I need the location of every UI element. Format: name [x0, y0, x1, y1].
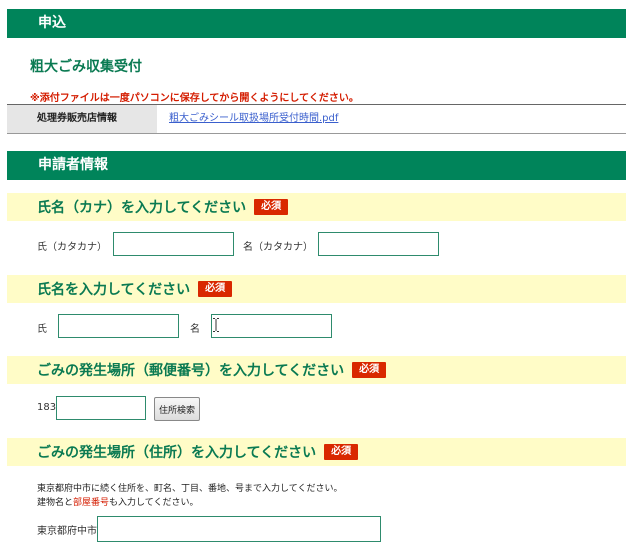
zip-prefix-label: 183 — [37, 402, 57, 413]
question-title: ごみの発生場所（郵便番号）を入力してください — [37, 363, 345, 379]
attachment-warning: ※添付ファイルは一度パソコンに保存してから開くようにしてください。 — [30, 93, 359, 104]
question-name-kana: 氏名（カナ）を入力してください 必須 — [7, 193, 626, 221]
question-title: 氏名（カナ）を入力してください — [37, 200, 247, 216]
first-name-kana-input[interactable] — [318, 232, 439, 256]
required-badge: 必須 — [324, 444, 359, 460]
first-name-label: 名 — [190, 324, 200, 335]
zip-input[interactable] — [56, 396, 146, 420]
address-note-2: 建物名と部屋番号も入力してください。 — [37, 495, 199, 508]
address-input[interactable] — [97, 516, 381, 542]
required-badge: 必須 — [254, 199, 289, 215]
section-header-applicant: 申請者情報 — [7, 151, 626, 180]
question-address: ごみの発生場所（住所）を入力してください 必須 — [7, 438, 626, 466]
section-header-apply: 申込 — [7, 9, 626, 38]
ticket-shop-info-row: 処理券販売店情報 粗大ごみシール取扱場所受付時間.pdf — [7, 104, 626, 134]
address-prefix-label: 東京都府中市 — [37, 526, 97, 537]
question-title: ごみの発生場所（住所）を入力してください — [37, 445, 317, 461]
page-subtitle: 粗大ごみ収集受付 — [30, 59, 142, 75]
question-zip: ごみの発生場所（郵便番号）を入力してください 必須 — [7, 356, 626, 384]
address-note-2-highlight: 部屋番号 — [73, 498, 110, 508]
first-name-input[interactable] — [211, 314, 332, 338]
required-badge: 必須 — [352, 362, 387, 378]
address-search-button[interactable]: 住所検索 — [154, 397, 201, 421]
address-note-1: 東京都府中市に続く住所を、町名、丁目、番地、号まで入力してください。 — [37, 484, 343, 494]
ticket-shop-info-label: 処理券販売店情報 — [7, 105, 157, 133]
pdf-link[interactable]: 粗大ごみシール取扱場所受付時間.pdf — [169, 113, 338, 124]
last-name-input[interactable] — [58, 314, 179, 338]
required-badge: 必須 — [198, 281, 233, 297]
address-note-2-text: 建物名と — [37, 498, 74, 508]
question-name: 氏名を入力してください 必須 — [7, 275, 626, 303]
first-name-kana-label: 名（カタカナ） — [243, 242, 313, 253]
question-title: 氏名を入力してください — [37, 282, 191, 298]
last-name-kana-label: 氏（カタカナ） — [37, 242, 107, 253]
ticket-shop-info-cell: 粗大ごみシール取扱場所受付時間.pdf — [157, 105, 626, 133]
last-name-kana-input[interactable] — [113, 232, 234, 256]
text-cursor-icon — [213, 318, 219, 332]
address-note-2-text-end: も入力してください。 — [109, 498, 199, 508]
last-name-label: 氏 — [37, 324, 47, 335]
